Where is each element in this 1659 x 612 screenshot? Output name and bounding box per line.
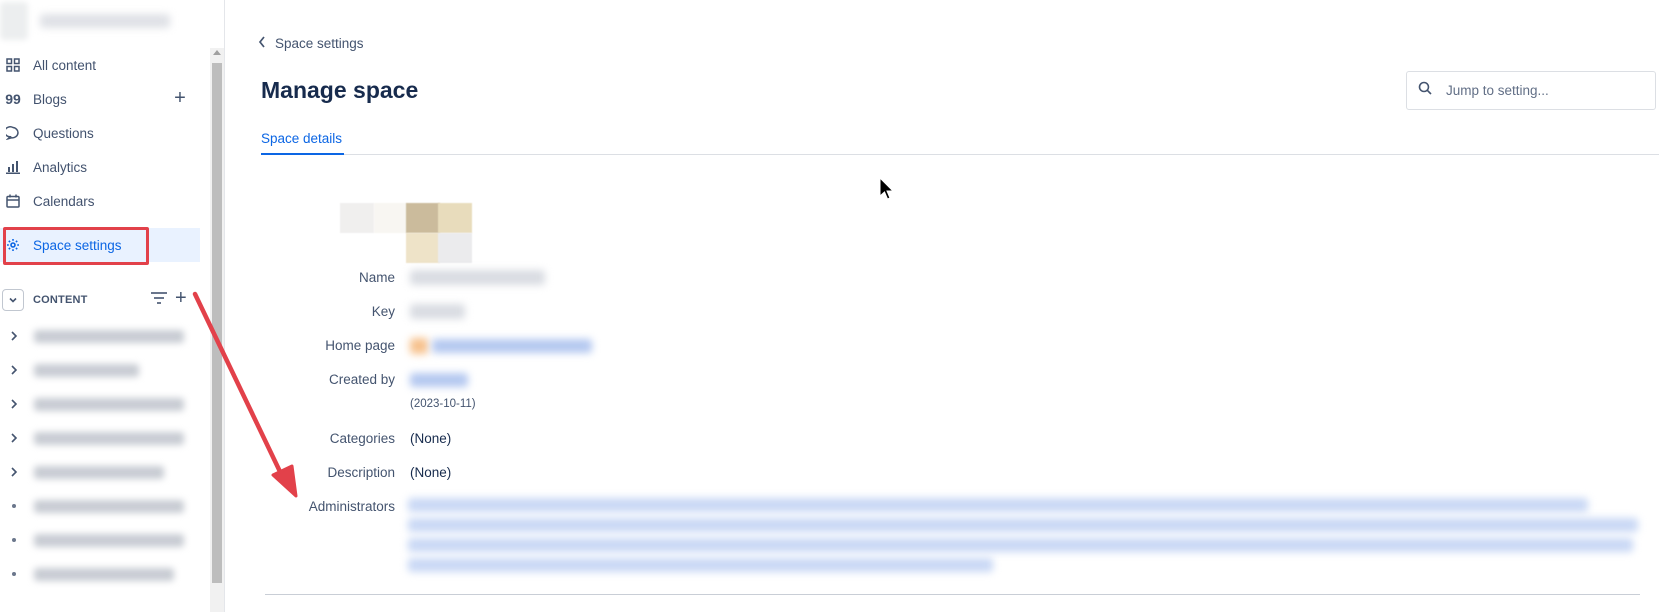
space-key-redacted <box>410 304 465 319</box>
tree-item-label-redacted <box>34 465 164 479</box>
content-section-label: CONTENT <box>33 294 88 306</box>
tree-item[interactable] <box>0 387 200 421</box>
chevron-right-icon[interactable] <box>8 433 20 443</box>
collapse-content-button[interactable] <box>2 289 24 311</box>
categories-label: Categories <box>329 431 395 446</box>
tree-item-label-redacted <box>34 397 184 411</box>
description-label: Description <box>327 465 395 480</box>
mouse-cursor-icon <box>879 176 895 200</box>
categories-value: (None) <box>410 431 452 446</box>
tree-item[interactable] <box>0 319 200 353</box>
chevron-right-icon[interactable] <box>8 467 20 477</box>
tree-item-label-redacted <box>34 499 184 513</box>
space-avatar <box>0 2 28 40</box>
created-by-label: Created by <box>328 372 395 387</box>
tree-item[interactable] <box>0 557 200 591</box>
description-value: (None) <box>410 465 452 480</box>
sidebar-item-analytics[interactable]: Analytics <box>0 150 200 184</box>
created-by-link-redacted[interactable] <box>410 373 468 387</box>
space-name-redacted <box>410 270 545 285</box>
tree-item-label-redacted <box>34 329 184 343</box>
sidebar-item-label: Analytics <box>33 159 88 175</box>
sidebar-item-questions[interactable]: Questions <box>0 116 200 150</box>
tab-active-indicator <box>261 153 344 155</box>
bar-chart-icon <box>6 160 20 174</box>
sidebar-item-label: Blogs <box>33 91 67 107</box>
bullet-icon <box>12 572 16 576</box>
tree-item[interactable] <box>0 353 200 387</box>
section-divider <box>265 594 1640 595</box>
tab-space-details[interactable]: Space details <box>261 131 342 146</box>
scroll-up-icon[interactable] <box>213 50 221 55</box>
page-title: Manage space <box>261 77 419 103</box>
scrollbar-thumb[interactable] <box>212 63 222 583</box>
sidebar-item-label: Calendars <box>33 193 95 209</box>
home-page-link-redacted[interactable] <box>432 339 592 353</box>
tree-item-label-redacted <box>34 431 184 445</box>
sidebar-item-label: All content <box>33 57 97 73</box>
breadcrumb[interactable]: Space settings <box>258 36 364 51</box>
add-blog-icon[interactable]: + <box>170 88 190 109</box>
sidebar-item-calendars[interactable]: Calendars <box>0 184 200 218</box>
created-date: (2023-10-11) <box>410 398 476 410</box>
tree-item[interactable] <box>0 455 200 489</box>
chevron-right-icon[interactable] <box>8 399 20 409</box>
chevron-right-icon[interactable] <box>8 331 20 341</box>
calendar-icon <box>6 194 20 208</box>
name-label: Name <box>358 270 395 285</box>
sidebar-item-blogs[interactable]: 99 Blogs + <box>0 82 200 116</box>
tree-item-label-redacted <box>34 363 139 377</box>
filter-icon[interactable] <box>150 291 168 310</box>
tree-item[interactable] <box>0 421 200 455</box>
grid-icon <box>6 58 20 72</box>
chevron-left-icon <box>258 36 266 51</box>
sidebar-item-label: Questions <box>33 125 94 141</box>
home-page-emoji-icon <box>410 338 428 354</box>
annotation-highlight-box <box>3 227 149 265</box>
chevron-down-icon <box>9 297 17 303</box>
tree-item[interactable] <box>0 523 200 557</box>
bullet-icon <box>12 538 16 542</box>
space-logo <box>340 203 472 263</box>
space-name-redacted <box>40 14 170 28</box>
space-header[interactable] <box>0 0 205 44</box>
home-page-label: Home page <box>325 338 395 353</box>
tree-item-label-redacted <box>34 533 184 547</box>
search-input[interactable] <box>1446 83 1646 98</box>
sidebar-item-all-content[interactable]: All content <box>0 48 200 82</box>
tab-divider <box>261 154 1659 155</box>
tree-item[interactable] <box>0 489 200 523</box>
quote-icon: 99 <box>5 91 21 107</box>
administrators-label: Administrators <box>308 499 395 514</box>
add-content-icon[interactable]: + <box>175 287 187 310</box>
breadcrumb-label: Space settings <box>275 36 364 51</box>
search-icon <box>1418 81 1432 100</box>
bullet-icon <box>12 504 16 508</box>
jump-to-setting-search[interactable] <box>1406 71 1656 110</box>
chevron-right-icon[interactable] <box>8 365 20 375</box>
content-section-header: CONTENT + <box>0 287 205 313</box>
sidebar: All content 99 Blogs + Questions Analyti… <box>0 0 225 612</box>
chat-bubble-icon <box>6 126 20 140</box>
key-label: Key <box>371 304 395 319</box>
tree-item-label-redacted <box>34 567 174 581</box>
